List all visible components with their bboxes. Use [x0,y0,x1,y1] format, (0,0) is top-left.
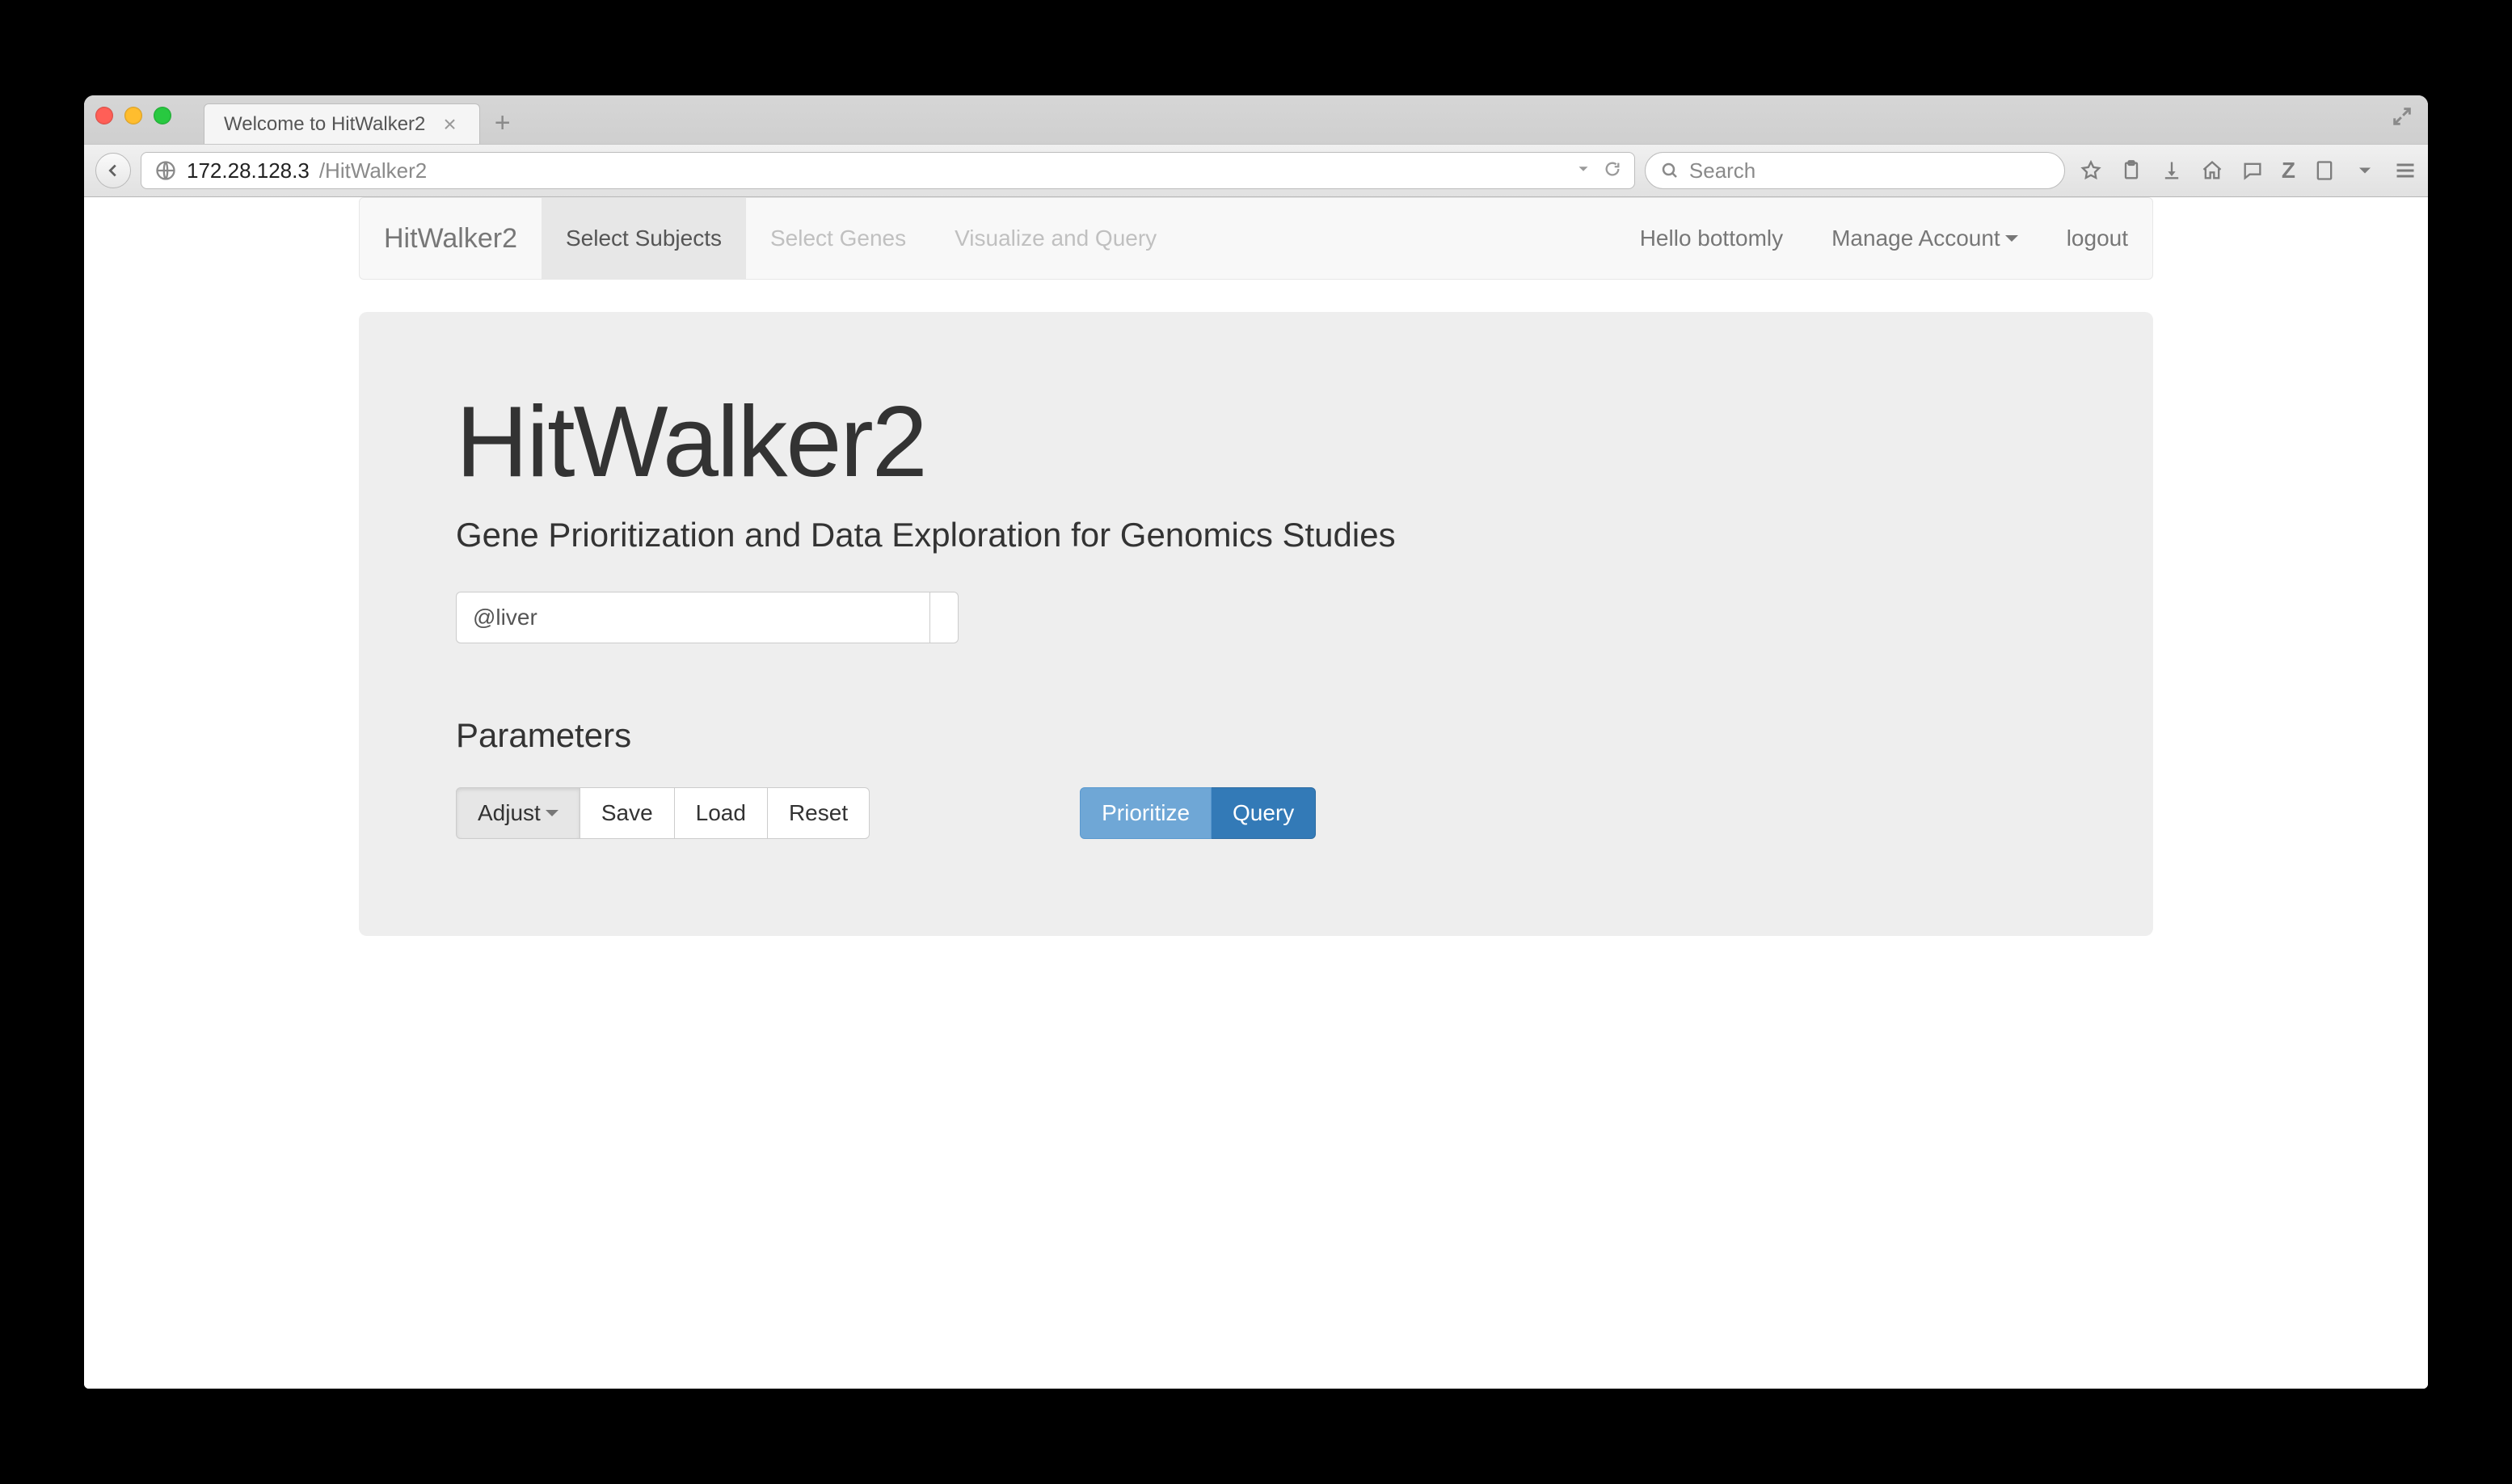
tab-close-icon[interactable]: × [443,113,456,136]
action-btn-group: Prioritize Query [1080,787,1316,839]
query-button[interactable]: Query [1212,787,1316,839]
window-close-button[interactable] [95,107,113,124]
jumbotron: HitWalker2 Gene Prioritization and Data … [359,312,2153,936]
navbar: HitWalker2 Select Subjects Select Genes … [359,197,2153,280]
search-placeholder: Search [1689,158,1755,183]
nav-greeting: Hello bottomly [1616,198,1807,279]
navbar-brand[interactable]: HitWalker2 [360,223,542,255]
tab-add-button[interactable]: + [480,108,525,144]
url-dropdown-icon[interactable] [1574,158,1592,183]
browser-urlbar: 172.28.128.3/HitWalker2 Search [84,144,2428,197]
window-maximize-button[interactable] [154,107,171,124]
browser-toolbar-icons: Z [2075,158,2417,183]
tab-title: Welcome to HitWalker2 [224,113,425,136]
page-subtitle: Gene Prioritization and Data Exploration… [456,516,2056,554]
chat-icon[interactable] [2241,159,2264,182]
downloads-icon[interactable] [2160,159,2183,182]
subject-search-addon[interactable] [929,592,959,643]
subject-search-input[interactable] [456,592,929,643]
parameters-heading: Parameters [456,716,2056,755]
page-dropdown-icon[interactable] [2354,159,2376,182]
reload-icon[interactable] [1604,158,1621,183]
save-button[interactable]: Save [580,787,675,839]
caret-down-icon [546,810,558,816]
bookmark-star-icon[interactable] [2080,159,2102,182]
reset-button[interactable]: Reset [768,787,870,839]
address-bar[interactable]: 172.28.128.3/HitWalker2 [141,152,1635,189]
prioritize-button[interactable]: Prioritize [1080,787,1212,839]
fullscreen-icon[interactable] [2391,105,2413,133]
caret-down-icon [2005,235,2018,242]
browser-tabstrip: Welcome to HitWalker2 × + [84,95,2428,144]
page-viewport: HitWalker2 Select Subjects Select Genes … [84,197,2428,1389]
z-icon[interactable]: Z [2282,158,2295,183]
url-host: 172.28.128.3 [187,158,310,183]
window-controls [95,95,171,144]
clipboard-icon[interactable] [2120,159,2143,182]
browser-window: Welcome to HitWalker2 × + [84,95,2428,1389]
nav-select-subjects[interactable]: Select Subjects [542,198,746,279]
nav-visualize-query[interactable]: Visualize and Query [930,198,1181,279]
home-icon[interactable] [2201,159,2223,182]
globe-icon [154,159,177,182]
subject-search-row [456,592,2056,643]
parameters-btn-group: Adjust Save Load Reset [456,787,870,839]
nav-manage-account[interactable]: Manage Account [1807,198,2042,279]
nav-back-button[interactable] [95,153,131,188]
menu-icon[interactable] [2394,159,2417,182]
page-icon[interactable] [2313,159,2336,182]
page-title: HitWalker2 [456,385,2056,500]
browser-search-box[interactable]: Search [1645,152,2065,189]
nav-select-genes[interactable]: Select Genes [746,198,930,279]
page-container: HitWalker2 Select Subjects Select Genes … [359,197,2153,936]
nav-logout[interactable]: logout [2042,198,2152,279]
parameters-button-row: Adjust Save Load Reset Prioritize Query [456,787,2056,839]
browser-tab-active[interactable]: Welcome to HitWalker2 × [204,103,480,144]
search-icon [1660,161,1680,180]
screen-letterbox: Welcome to HitWalker2 × + [0,0,2512,1484]
adjust-button[interactable]: Adjust [456,787,580,839]
url-path: /HitWalker2 [319,158,427,183]
load-button[interactable]: Load [675,787,768,839]
window-minimize-button[interactable] [124,107,142,124]
